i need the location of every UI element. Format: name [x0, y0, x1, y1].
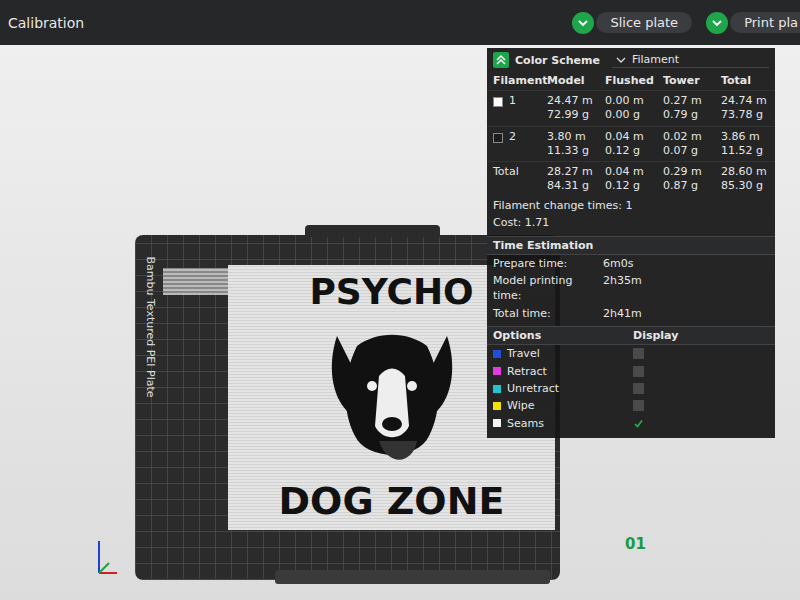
plate-number: 01	[625, 535, 646, 553]
filament-cell: 2	[493, 130, 547, 159]
option-row: Travel	[487, 345, 775, 362]
column-header: Filament	[493, 74, 547, 87]
option-color	[493, 350, 501, 358]
plate-tab	[305, 225, 440, 237]
table-cell: 24.47 m72.99 g	[547, 94, 605, 123]
collapse-button[interactable]	[493, 52, 509, 68]
option-row: Retract	[487, 363, 775, 380]
filament-swatch	[493, 133, 503, 143]
time-row: Prepare time:6m0s	[487, 255, 775, 272]
prime-tower	[163, 268, 228, 295]
chevron-down-icon	[711, 17, 723, 29]
column-header: Model	[547, 74, 605, 87]
filament-swatch	[493, 97, 503, 107]
chevron-up-icon	[495, 54, 507, 66]
dropdown-button[interactable]	[706, 12, 728, 34]
color-scheme-row: Color Scheme Filament	[487, 48, 775, 72]
table-cell: 28.27 m84.31 g	[547, 165, 605, 194]
table-cell: 28.60 m85.30 g	[721, 165, 769, 194]
option-color	[493, 385, 501, 393]
filament-cell: 1	[493, 94, 547, 123]
plate-label: Bambu Textured PEI Plate	[144, 257, 157, 407]
chevron-down-icon	[616, 56, 626, 64]
option-color	[493, 419, 501, 427]
table-cell: 3.86 m11.52 g	[721, 130, 769, 159]
top-bar: Calibration Slice plate Print pla	[0, 0, 800, 45]
table-cell: 0.04 m0.12 g	[605, 165, 663, 194]
stats-panel: Color SchemeFilamentFilamentModelFlushed…	[487, 48, 775, 438]
total-row: Total28.27 m84.31 g0.04 m0.12 g0.29 m0.8…	[487, 161, 775, 197]
action-button[interactable]: Slice plate	[596, 12, 692, 33]
display-checkbox[interactable]	[633, 383, 644, 394]
3d-viewport[interactable]: Bambu Textured PEI Plate PSYCHO DOG ZONE 01…	[0, 45, 800, 600]
option-row: Unretract	[487, 380, 775, 397]
cost: Cost: 1.71	[487, 214, 775, 231]
plate-toolbar	[275, 570, 550, 584]
table-cell: 0.04 m0.12 g	[605, 130, 663, 159]
table-cell: 0.00 m0.00 g	[605, 94, 663, 123]
model-text: PSYCHO	[309, 271, 473, 312]
time-row: Total time:2h41m	[487, 305, 775, 322]
display-checkbox[interactable]	[633, 418, 644, 429]
table-cell: 0.29 m0.87 g	[663, 165, 721, 194]
color-scheme-select[interactable]: Filament	[612, 52, 769, 68]
table-cell: 24.74 m73.78 g	[721, 94, 769, 123]
column-header: Tower	[663, 74, 721, 87]
dog-icon	[317, 316, 467, 476]
table-cell: 0.02 m0.07 g	[663, 130, 721, 159]
axes-icon	[95, 537, 119, 577]
column-header: Total	[721, 74, 769, 87]
check-icon	[633, 418, 644, 429]
total-label: Total	[493, 165, 547, 194]
table-cell: 0.27 m0.79 g	[663, 94, 721, 123]
color-scheme-label: Color Scheme	[515, 54, 600, 67]
column-header: Flushed	[605, 74, 663, 87]
option-row: Wipe	[487, 397, 775, 414]
action-buttons: Slice plate Print pla	[572, 12, 800, 34]
action-button[interactable]: Print pla	[730, 12, 800, 33]
time-row: Model printing time:2h35m	[487, 272, 775, 305]
chevron-down-icon	[577, 17, 589, 29]
table-header: FilamentModelFlushedTowerTotal	[487, 72, 775, 90]
action-group: Slice plate	[572, 12, 692, 34]
display-checkbox[interactable]	[633, 348, 644, 359]
slicer-window: Calibration Slice plate Print pla Bambu Tex…	[0, 0, 800, 600]
action-group: Print pla	[706, 12, 800, 34]
section-header: OptionsDisplay	[487, 326, 775, 345]
filament-row: 23.80 m11.33 g0.04 m0.12 g0.02 m0.07 g3.…	[487, 126, 775, 162]
display-checkbox[interactable]	[633, 366, 644, 377]
dropdown-button[interactable]	[572, 12, 594, 34]
option-color	[493, 402, 501, 410]
window-title: Calibration	[8, 15, 84, 31]
option-row: Seams	[487, 415, 775, 432]
table-cell: 3.80 m11.33 g	[547, 130, 605, 159]
section-header: Time Estimation	[487, 236, 775, 255]
filament-change: Filament change times: 1	[487, 197, 775, 214]
model-text: DOG ZONE	[279, 480, 505, 524]
display-checkbox[interactable]	[633, 400, 644, 411]
filament-row: 124.47 m72.99 g0.00 m0.00 g0.27 m0.79 g2…	[487, 90, 775, 126]
option-color	[493, 367, 501, 375]
